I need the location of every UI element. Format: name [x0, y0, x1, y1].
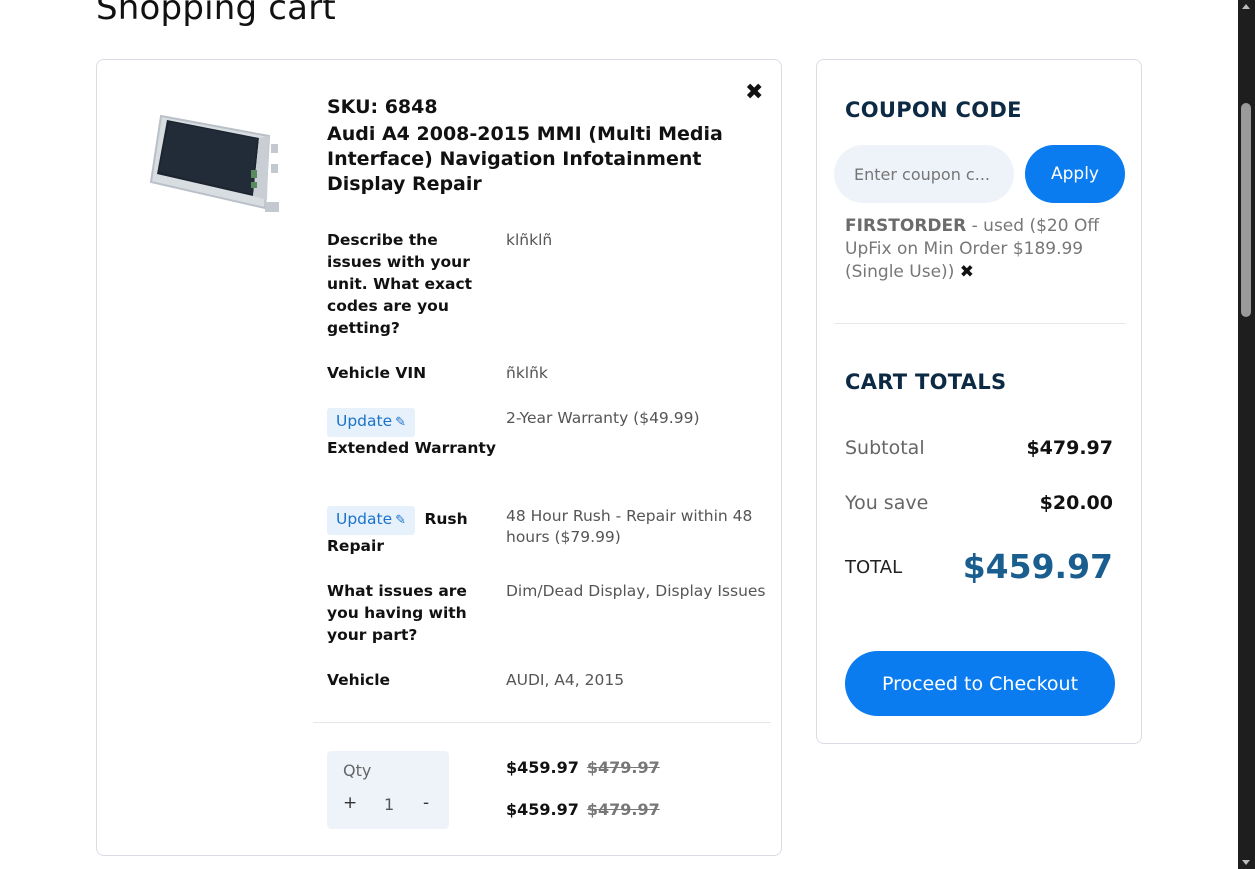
qty-label: Qty — [343, 761, 372, 780]
product-image — [149, 114, 279, 212]
update-warranty-button[interactable]: Update ✎ — [327, 408, 416, 437]
option-label-vin: Vehicle VIN — [327, 364, 427, 382]
total-label: TOTAL — [845, 557, 903, 578]
remove-item-button[interactable]: ✖ — [745, 80, 763, 105]
total-value: $459.97 — [962, 547, 1113, 586]
option-value-issues: klñklñ — [506, 231, 553, 249]
line-total-price: $459.97 $479.97 — [506, 800, 660, 819]
price-current: $459.97 — [506, 758, 579, 777]
update-label: Update — [336, 510, 393, 528]
coupon-code: FIRSTORDER — [845, 216, 967, 236]
option-value-vin: ñklñk — [506, 364, 548, 382]
remove-coupon-button[interactable]: ✖ — [960, 262, 974, 282]
pencil-icon: ✎ — [395, 415, 407, 430]
product-sku: SKU: 6848 — [327, 96, 438, 118]
subtotal-value: $479.97 — [1026, 437, 1113, 459]
update-label: Update — [336, 412, 393, 430]
quantity-stepper: Qty + 1 - — [327, 751, 449, 829]
checkout-button[interactable]: Proceed to Checkout — [845, 651, 1115, 716]
product-name: Audi A4 2008-2015 MMI (Multi Media Inter… — [327, 123, 723, 195]
option-value-warranty: 2-Year Warranty ($49.99) — [506, 409, 700, 427]
savings-value: $20.00 — [1039, 492, 1113, 514]
scrollbar-thumb[interactable] — [1241, 103, 1251, 317]
price-old: $479.97 — [586, 758, 660, 777]
vertical-scrollbar[interactable] — [1238, 0, 1255, 869]
apply-coupon-button[interactable]: Apply — [1025, 145, 1125, 203]
option-label-rush: Update ✎ Rush Repair — [327, 506, 502, 557]
unit-price: $459.97 $479.97 — [506, 758, 660, 777]
qty-increase-button[interactable]: + — [343, 793, 357, 813]
option-label-part-issues: What issues are you having with your par… — [327, 582, 467, 644]
option-label-warranty: Update ✎ Extended Warranty — [327, 408, 502, 459]
qty-value[interactable]: 1 — [384, 795, 394, 814]
warranty-label-text: Extended Warranty — [327, 439, 496, 457]
page-title: Shopping cart — [96, 0, 336, 28]
scroll-down-arrow-icon[interactable] — [1242, 860, 1250, 865]
cart-item-card: ✖ SKU: 6848 Audi A4 2008-2015 MMI (Multi… — [96, 59, 782, 856]
qty-decrease-button[interactable]: - — [423, 793, 429, 813]
pencil-icon: ✎ — [395, 513, 407, 528]
applied-coupon: FIRSTORDER - used ($20 Off UpFix on Min … — [845, 215, 1115, 284]
savings-label: You save — [845, 492, 929, 514]
cart-totals-title: CART TOTALS — [845, 370, 1007, 394]
update-rush-button[interactable]: Update ✎ — [327, 506, 416, 535]
item-divider — [313, 722, 771, 723]
coupon-title: COUPON CODE — [845, 98, 1022, 122]
option-label-issues: Describe the issues with your unit. What… — [327, 231, 473, 337]
subtotal-label: Subtotal — [845, 437, 925, 459]
coupon-input[interactable] — [834, 145, 1014, 203]
cart-sidebar: COUPON CODE Apply FIRSTORDER - used ($20… — [816, 59, 1142, 744]
price-old: $479.97 — [586, 800, 660, 819]
option-value-rush: 48 Hour Rush - Repair within 48 hours ($… — [506, 507, 753, 546]
scroll-up-arrow-icon[interactable] — [1242, 4, 1250, 9]
option-value-part-issues: Dim/Dead Display, Display Issues — [506, 582, 766, 600]
option-label-vehicle: Vehicle — [327, 671, 391, 689]
sidebar-divider — [834, 323, 1126, 324]
price-current: $459.97 — [506, 800, 579, 819]
option-value-vehicle: AUDI, A4, 2015 — [506, 671, 625, 689]
